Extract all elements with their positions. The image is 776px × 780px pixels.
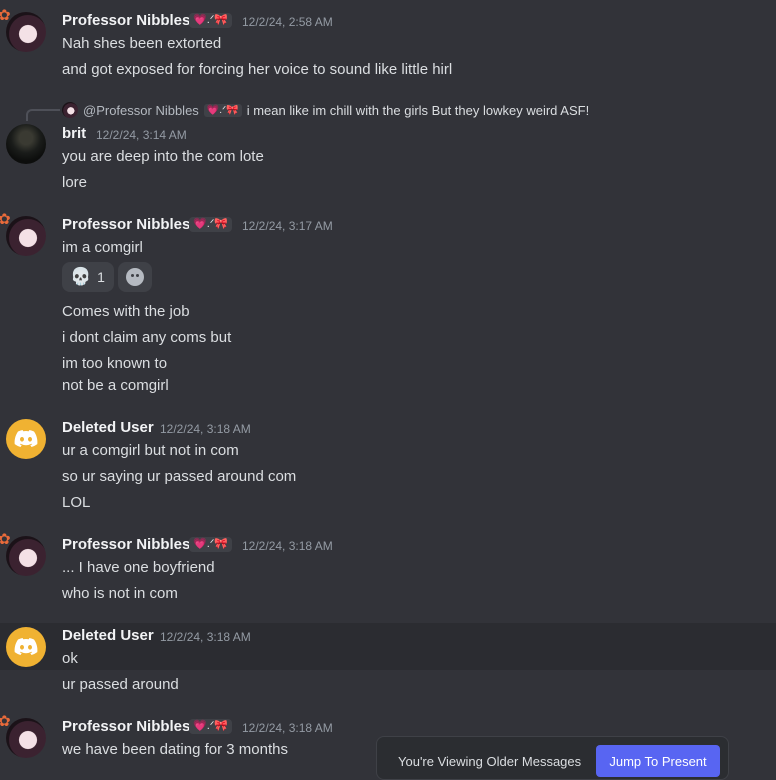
- reply-author[interactable]: @Professor Nibbles: [83, 103, 199, 118]
- author-name[interactable]: Professor Nibbles: [62, 216, 190, 233]
- avatar[interactable]: [6, 124, 46, 164]
- reaction-count: 1: [97, 269, 105, 285]
- message-text: and got exposed for forcing her voice to…: [62, 61, 453, 78]
- avatar[interactable]: [6, 419, 46, 459]
- message-text: ok: [62, 650, 78, 667]
- message-text: lore: [62, 174, 88, 191]
- message-group: ✿ Professor Nibbles 💗.ᐟ🎀 12/2/24, 2:58 A…: [0, 0, 776, 90]
- message-text: LOL: [62, 494, 91, 511]
- message-text: you are deep into the com lote: [62, 148, 264, 165]
- message-text: ur a comgirl but not in com: [62, 442, 239, 459]
- author-name[interactable]: Professor Nibbles: [62, 718, 190, 735]
- author-name[interactable]: Deleted User: [62, 419, 154, 436]
- timestamp: 12/2/24, 3:18 AM: [160, 630, 251, 644]
- avatar-decoration-icon: ✿: [0, 713, 11, 730]
- author-name[interactable]: Professor Nibbles: [62, 12, 190, 29]
- message-text: so ur saying ur passed around com: [62, 468, 297, 485]
- discord-logo-icon: [14, 638, 38, 655]
- reply-server-tag: 💗.ᐟ🎀: [203, 103, 242, 117]
- server-tag[interactable]: 💗.ᐟ🎀: [189, 13, 233, 28]
- message-text: Nah shes been extorted: [62, 35, 222, 52]
- server-tag[interactable]: 💗.ᐟ🎀: [189, 719, 233, 734]
- message-text: im too known to: [62, 355, 168, 372]
- timestamp: 12/2/24, 3:17 AM: [242, 219, 333, 233]
- message-text: ur passed around: [62, 676, 179, 693]
- skull-icon: 💀: [70, 267, 92, 286]
- avatar-decoration-icon: ✿: [0, 531, 11, 548]
- timestamp: 12/2/24, 3:18 AM: [160, 422, 251, 436]
- timestamp: 12/2/24, 2:58 AM: [242, 15, 333, 29]
- author-name[interactable]: Professor Nibbles: [62, 536, 190, 553]
- message-text: im a comgirl: [62, 239, 143, 256]
- timestamp: 12/2/24, 3:18 AM: [242, 721, 333, 735]
- reply-connector: [26, 109, 60, 121]
- add-reaction-button[interactable]: [118, 262, 152, 292]
- add-reaction-icon: [126, 268, 144, 286]
- author-name[interactable]: brit: [62, 125, 86, 142]
- message-text: ... I have one boyfriend: [62, 559, 215, 576]
- timestamp: 12/2/24, 3:18 AM: [242, 539, 333, 553]
- author-name[interactable]: Deleted User: [62, 627, 154, 644]
- timestamp: 12/2/24, 3:14 AM: [96, 128, 187, 142]
- reply-text[interactable]: i mean like im chill with the girls But …: [247, 103, 589, 118]
- message-text: not be a comgirl: [62, 377, 169, 394]
- message-text: who is not in com: [62, 585, 178, 602]
- server-tag[interactable]: 💗.ᐟ🎀: [189, 537, 233, 552]
- older-messages-banner: You're Viewing Older Messages Jump To Pr…: [376, 736, 729, 780]
- avatar-decoration-icon: ✿: [0, 7, 11, 24]
- avatar[interactable]: [6, 627, 46, 667]
- reaction-skull[interactable]: 💀 1: [62, 262, 114, 292]
- message-text: Comes with the job: [62, 303, 190, 320]
- jump-to-present-button[interactable]: Jump To Present: [596, 745, 720, 777]
- reply-avatar: [62, 102, 78, 118]
- discord-logo-icon: [14, 430, 38, 447]
- server-tag[interactable]: 💗.ᐟ🎀: [189, 217, 233, 232]
- message-text: i dont claim any coms but: [62, 329, 232, 346]
- avatar-decoration-icon: ✿: [0, 211, 11, 228]
- chat-log: ✿ Professor Nibbles 💗.ᐟ🎀 12/2/24, 2:58 A…: [0, 0, 776, 770]
- reply-preview[interactable]: @Professor Nibbles 💗.ᐟ🎀 i mean like im c…: [62, 102, 589, 118]
- banner-text: You're Viewing Older Messages: [398, 754, 582, 769]
- message-text: we have been dating for 3 months: [62, 741, 288, 758]
